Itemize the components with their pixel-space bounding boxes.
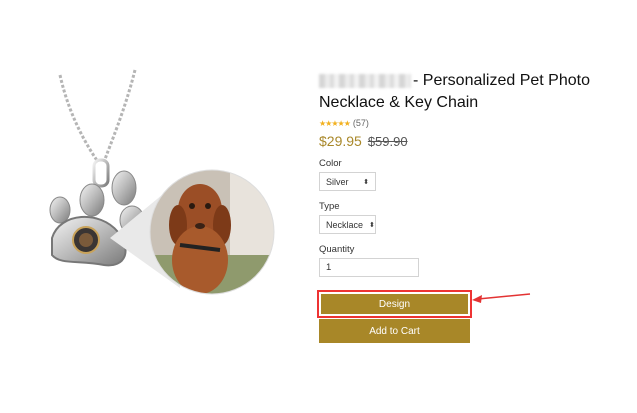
brand-name-blurred <box>319 73 411 88</box>
chevron-up-down-icon: ⬍ <box>363 178 369 186</box>
price-block: $29.95 $59.90 <box>319 133 408 149</box>
current-price: $29.95 <box>319 133 362 149</box>
title-line-1: - Personalized Pet Photo <box>413 72 590 89</box>
product-title: - Personalized Pet Photo Necklace & Key … <box>319 70 619 114</box>
design-button[interactable]: Design <box>317 290 472 318</box>
color-select[interactable]: Silver ⬍ <box>319 172 376 191</box>
chevron-up-down-icon: ⬍ <box>369 221 375 229</box>
color-select-value: Silver <box>326 176 349 187</box>
quantity-value: 1 <box>326 262 332 273</box>
star-rating-icon: ★★★★★ <box>319 118 351 128</box>
original-price: $59.90 <box>367 134 408 149</box>
title-line-2: Necklace & Key Chain <box>319 94 479 111</box>
design-button-label: Design <box>378 298 411 310</box>
add-to-cart-label: Add to Cart <box>369 325 420 337</box>
quantity-input[interactable]: 1 <box>319 258 419 277</box>
red-arrow-annotation <box>472 293 531 303</box>
rating-count: (57) <box>352 118 369 128</box>
rating[interactable]: ★★★★★ (57) <box>319 118 369 128</box>
product-image <box>40 60 290 310</box>
color-label: Color <box>319 158 342 169</box>
add-to-cart-button[interactable]: Add to Cart <box>319 319 470 343</box>
type-label: Type <box>319 201 340 212</box>
type-select[interactable]: Necklace ⬍ <box>319 215 376 234</box>
quantity-label: Quantity <box>319 244 355 255</box>
type-select-value: Necklace <box>326 219 364 230</box>
